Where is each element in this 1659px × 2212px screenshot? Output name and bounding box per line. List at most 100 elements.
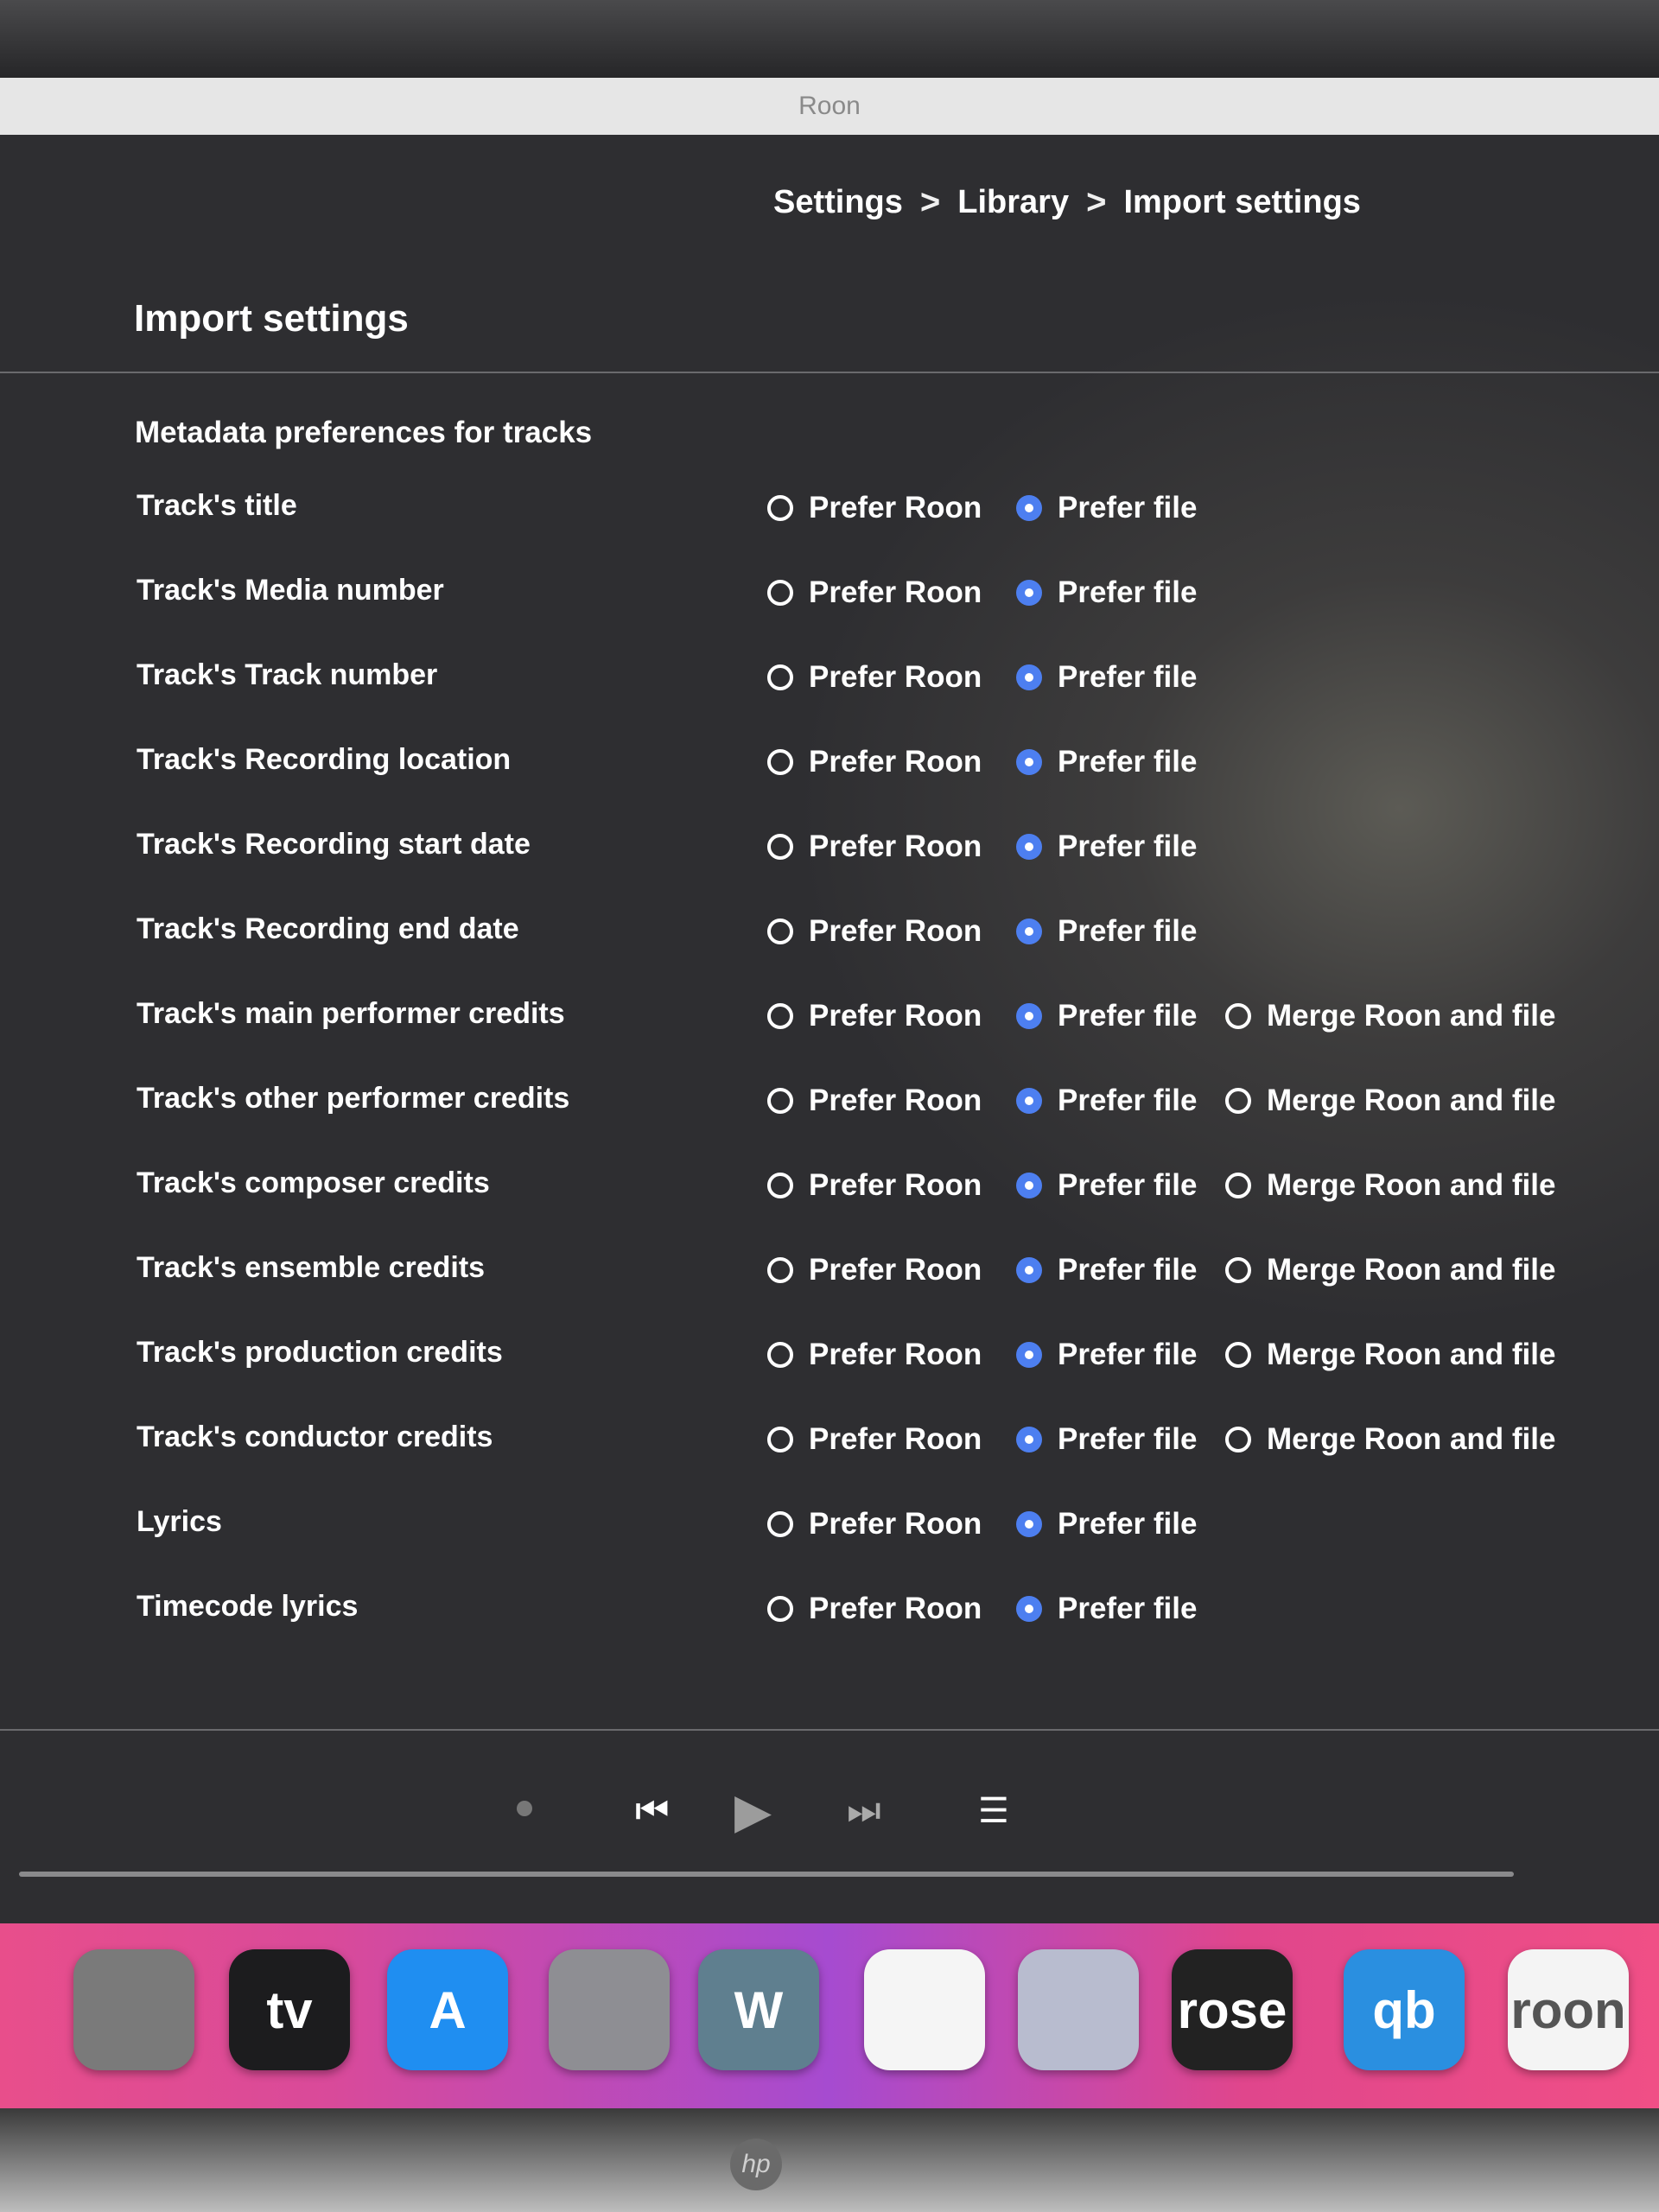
- radio-prefer-file[interactable]: Prefer file: [1016, 1592, 1197, 1626]
- radio-label: Prefer Roon: [809, 660, 982, 694]
- skip-previous-icon[interactable]: ⏮: [635, 1785, 670, 1837]
- radio-prefer-file[interactable]: Prefer file: [1016, 575, 1197, 610]
- radio-prefer-roon[interactable]: Prefer Roon: [767, 491, 982, 525]
- radio-button-icon[interactable]: [1016, 580, 1042, 606]
- radio-button-icon[interactable]: [1016, 918, 1042, 944]
- radio-prefer-roon[interactable]: Prefer Roon: [767, 1338, 982, 1372]
- radio-button-icon[interactable]: [1016, 664, 1042, 690]
- status-dot-icon[interactable]: [517, 1801, 532, 1816]
- radio-prefer-file[interactable]: Prefer file: [1016, 745, 1197, 779]
- radio-button-icon[interactable]: [1016, 495, 1042, 521]
- app-store-icon[interactable]: A: [387, 1949, 508, 2070]
- radio-button-icon[interactable]: [767, 1003, 793, 1029]
- radio-prefer-file[interactable]: Prefer file: [1016, 660, 1197, 695]
- radio-prefer-file[interactable]: Prefer file: [1016, 1507, 1197, 1541]
- radio-button-icon[interactable]: [767, 1088, 793, 1114]
- radio-button-icon[interactable]: [767, 749, 793, 775]
- radio-button-icon[interactable]: [1016, 1003, 1042, 1029]
- radio-button-icon[interactable]: [1225, 1088, 1251, 1114]
- radio-prefer-roon[interactable]: Prefer Roon: [767, 914, 982, 949]
- radio-button-icon[interactable]: [1016, 834, 1042, 860]
- radio-label: Prefer file: [1058, 660, 1198, 694]
- radio-button-icon[interactable]: [767, 834, 793, 860]
- radio-button-icon[interactable]: [1016, 1342, 1042, 1368]
- queue-icon[interactable]: ☰: [978, 1785, 1009, 1837]
- radio-prefer-roon[interactable]: Prefer Roon: [767, 745, 982, 779]
- skip-next-icon[interactable]: ⏭: [847, 1785, 881, 1837]
- radio-label: Merge Roon and file: [1267, 999, 1556, 1033]
- radio-button-icon[interactable]: [1225, 1257, 1251, 1283]
- breadcrumb-library[interactable]: Library: [957, 184, 1069, 221]
- rose-icon[interactable]: rose: [1172, 1949, 1293, 2070]
- radio-merge[interactable]: Merge Roon and file: [1225, 1422, 1555, 1457]
- radio-prefer-file[interactable]: Prefer file: [1016, 1168, 1197, 1203]
- radio-button-icon[interactable]: [767, 495, 793, 521]
- calculator-icon[interactable]: [73, 1949, 194, 2070]
- radio-prefer-file[interactable]: Prefer file: [1016, 1253, 1197, 1287]
- setting-label: Track's composer credits: [137, 1166, 490, 1199]
- microphone-icon[interactable]: [864, 1949, 985, 2070]
- radio-merge[interactable]: Merge Roon and file: [1225, 1338, 1555, 1372]
- radio-prefer-file[interactable]: Prefer file: [1016, 830, 1197, 864]
- play-icon[interactable]: ▶: [734, 1785, 772, 1837]
- radio-button-icon[interactable]: [767, 1596, 793, 1622]
- breadcrumb-settings[interactable]: Settings: [773, 184, 903, 221]
- radio-button-icon[interactable]: [1225, 1342, 1251, 1368]
- radio-merge[interactable]: Merge Roon and file: [1225, 1084, 1555, 1118]
- radio-prefer-roon[interactable]: Prefer Roon: [767, 830, 982, 864]
- radio-button-icon[interactable]: [767, 1427, 793, 1452]
- radio-prefer-roon[interactable]: Prefer Roon: [767, 1168, 982, 1203]
- radio-label: Prefer file: [1058, 491, 1198, 524]
- radio-button-icon[interactable]: [1016, 749, 1042, 775]
- radio-prefer-roon[interactable]: Prefer Roon: [767, 1084, 982, 1118]
- w-app-icon[interactable]: W: [698, 1949, 819, 2070]
- radio-button-icon[interactable]: [1016, 1173, 1042, 1198]
- divider: [0, 1729, 1659, 1731]
- qobuz-icon[interactable]: qb: [1344, 1949, 1465, 2070]
- radio-button-icon[interactable]: [1016, 1427, 1042, 1452]
- radio-prefer-file[interactable]: Prefer file: [1016, 914, 1197, 949]
- radio-prefer-file[interactable]: Prefer file: [1016, 491, 1197, 525]
- radio-button-icon[interactable]: [767, 1257, 793, 1283]
- radio-prefer-roon[interactable]: Prefer Roon: [767, 1422, 982, 1457]
- radio-prefer-roon[interactable]: Prefer Roon: [767, 999, 982, 1033]
- radio-button-icon[interactable]: [1016, 1257, 1042, 1283]
- gear-icon[interactable]: [549, 1949, 670, 2070]
- radio-prefer-file[interactable]: Prefer file: [1016, 1422, 1197, 1457]
- radio-button-icon[interactable]: [767, 918, 793, 944]
- radio-button-icon[interactable]: [767, 1511, 793, 1537]
- radio-prefer-file[interactable]: Prefer file: [1016, 1338, 1197, 1372]
- radio-button-icon[interactable]: [1016, 1088, 1042, 1114]
- radio-label: Prefer file: [1058, 999, 1198, 1033]
- apple-tv-icon[interactable]: tv: [229, 1949, 350, 2070]
- radio-button-icon[interactable]: [1016, 1511, 1042, 1537]
- radio-button-icon[interactable]: [767, 1342, 793, 1368]
- radio-button-icon[interactable]: [1225, 1003, 1251, 1029]
- radio-prefer-roon[interactable]: Prefer Roon: [767, 1592, 982, 1626]
- radio-label: Merge Roon and file: [1267, 1422, 1556, 1456]
- radio-button-icon[interactable]: [1225, 1427, 1251, 1452]
- radio-prefer-roon[interactable]: Prefer Roon: [767, 575, 982, 610]
- radio-button-icon[interactable]: [1225, 1173, 1251, 1198]
- radio-prefer-file[interactable]: Prefer file: [1016, 1084, 1197, 1118]
- monitor-bezel-top: [0, 0, 1659, 78]
- radio-label: Merge Roon and file: [1267, 1168, 1556, 1202]
- radio-button-icon[interactable]: [767, 664, 793, 690]
- playback-progress-bar[interactable]: [19, 1872, 1514, 1877]
- radio-merge[interactable]: Merge Roon and file: [1225, 1168, 1555, 1203]
- page-title: Import settings: [134, 297, 409, 340]
- radio-button-icon[interactable]: [767, 1173, 793, 1198]
- radio-prefer-roon[interactable]: Prefer Roon: [767, 1253, 982, 1287]
- radio-prefer-file[interactable]: Prefer file: [1016, 999, 1197, 1033]
- radio-label: Prefer file: [1058, 1338, 1198, 1371]
- radio-merge[interactable]: Merge Roon and file: [1225, 1253, 1555, 1287]
- radio-label: Prefer Roon: [809, 914, 982, 948]
- radio-merge[interactable]: Merge Roon and file: [1225, 999, 1555, 1033]
- radio-prefer-roon[interactable]: Prefer Roon: [767, 1507, 982, 1541]
- radio-button-icon[interactable]: [767, 580, 793, 606]
- radio-prefer-roon[interactable]: Prefer Roon: [767, 660, 982, 695]
- sheet-music-icon[interactable]: [1018, 1949, 1139, 2070]
- setting-label: Track's Recording location: [137, 743, 512, 776]
- roon-icon[interactable]: roon: [1508, 1949, 1629, 2070]
- radio-button-icon[interactable]: [1016, 1596, 1042, 1622]
